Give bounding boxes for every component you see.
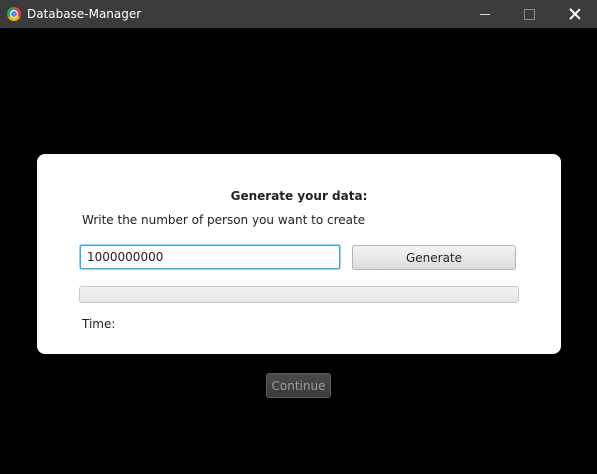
- minimize-button[interactable]: [462, 0, 508, 28]
- person-count-input[interactable]: [80, 245, 340, 269]
- close-icon: [569, 8, 581, 20]
- progress-bar: [79, 286, 519, 303]
- generate-data-card: Generate your data: Write the number of …: [37, 154, 561, 354]
- continue-button[interactable]: Continue: [266, 373, 331, 398]
- app-window: Database-Manager Generate your data: Wri…: [0, 0, 597, 474]
- window-title: Database-Manager: [27, 7, 142, 21]
- card-heading: Generate your data:: [230, 189, 368, 203]
- maximize-icon: [523, 8, 535, 20]
- minimize-icon: [480, 13, 490, 15]
- instruction-text: Write the number of person you want to c…: [82, 213, 366, 227]
- generate-button[interactable]: Generate: [352, 245, 516, 270]
- close-button[interactable]: [552, 0, 597, 28]
- title-bar[interactable]: Database-Manager: [0, 0, 597, 28]
- maximize-button[interactable]: [506, 0, 552, 28]
- time-label: Time:: [82, 317, 116, 331]
- app-icon: [7, 7, 21, 21]
